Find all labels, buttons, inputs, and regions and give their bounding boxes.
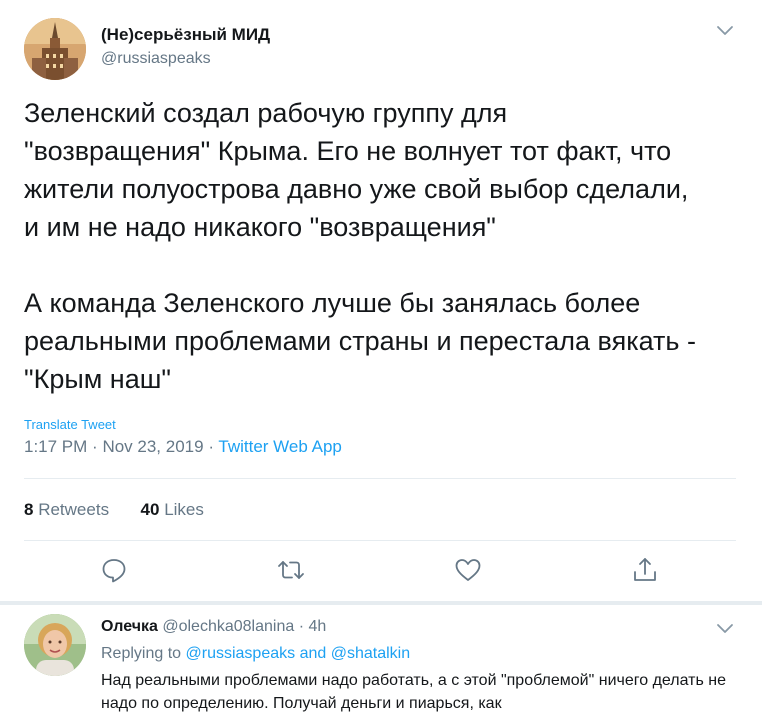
share-button[interactable]: [631, 556, 661, 586]
replying-to: Replying to @russiaspeaks and @shatalkin: [101, 645, 410, 663]
likes-count: 40: [140, 500, 160, 519]
reply-author-avatar[interactable]: [24, 614, 86, 676]
translate-tweet-link[interactable]: Translate Tweet: [24, 417, 116, 432]
reply-button[interactable]: [100, 556, 130, 586]
tweet-date[interactable]: Nov 23, 2019: [102, 437, 203, 456]
divider: [24, 540, 736, 541]
section-divider: [0, 601, 762, 605]
tweet-text: Зеленский создал рабочую группу для "воз…: [24, 98, 696, 394]
meta-separator: ·: [208, 437, 219, 456]
author-avatar[interactable]: [24, 18, 86, 80]
tweet-time[interactable]: 1:17 PM: [24, 437, 87, 456]
share-icon: [634, 558, 656, 581]
reply-author-handle[interactable]: @olechka08lanina: [162, 618, 294, 635]
retweet-icon: [278, 561, 304, 579]
reply-icon: [102, 559, 126, 583]
likes-stat[interactable]: 40 Likes: [141, 500, 204, 519]
heart-icon: [455, 559, 481, 581]
retweets-stat[interactable]: 8 Retweets: [24, 500, 109, 519]
retweets-count: 8: [24, 500, 34, 519]
divider: [24, 478, 736, 479]
retweet-button[interactable]: [277, 556, 307, 586]
replying-and: and: [299, 645, 327, 662]
chevron-down-icon[interactable]: [716, 24, 734, 42]
chevron-down-icon[interactable]: [716, 622, 734, 640]
reply-author-name[interactable]: Олечка: [101, 618, 158, 635]
author-handle[interactable]: @russiaspeaks: [101, 50, 211, 68]
replying-to-user-2[interactable]: @shatalkin: [331, 645, 410, 662]
tweet-meta: 1:17 PM · Nov 23, 2019 · Twitter Web App: [24, 437, 342, 457]
replying-prefix: Replying to: [101, 645, 182, 662]
author-name[interactable]: (Не)серьёзный МИД: [101, 25, 270, 45]
reply-header: Олечка @olechka08lanina · 4h: [101, 618, 326, 636]
retweets-label: Retweets: [38, 500, 110, 519]
meta-separator: ·: [298, 618, 309, 635]
reply-time[interactable]: 4h: [308, 618, 326, 635]
replying-to-user-1[interactable]: @russiaspeaks: [186, 645, 296, 662]
meta-separator: ·: [92, 437, 103, 456]
tweet-stats: 8 Retweets 40 Likes: [24, 500, 204, 520]
likes-label: Likes: [164, 500, 204, 519]
like-button[interactable]: [454, 556, 484, 586]
reply-text: Над реальными проблемами надо работать, …: [101, 672, 726, 712]
tweet-source[interactable]: Twitter Web App: [218, 437, 341, 456]
